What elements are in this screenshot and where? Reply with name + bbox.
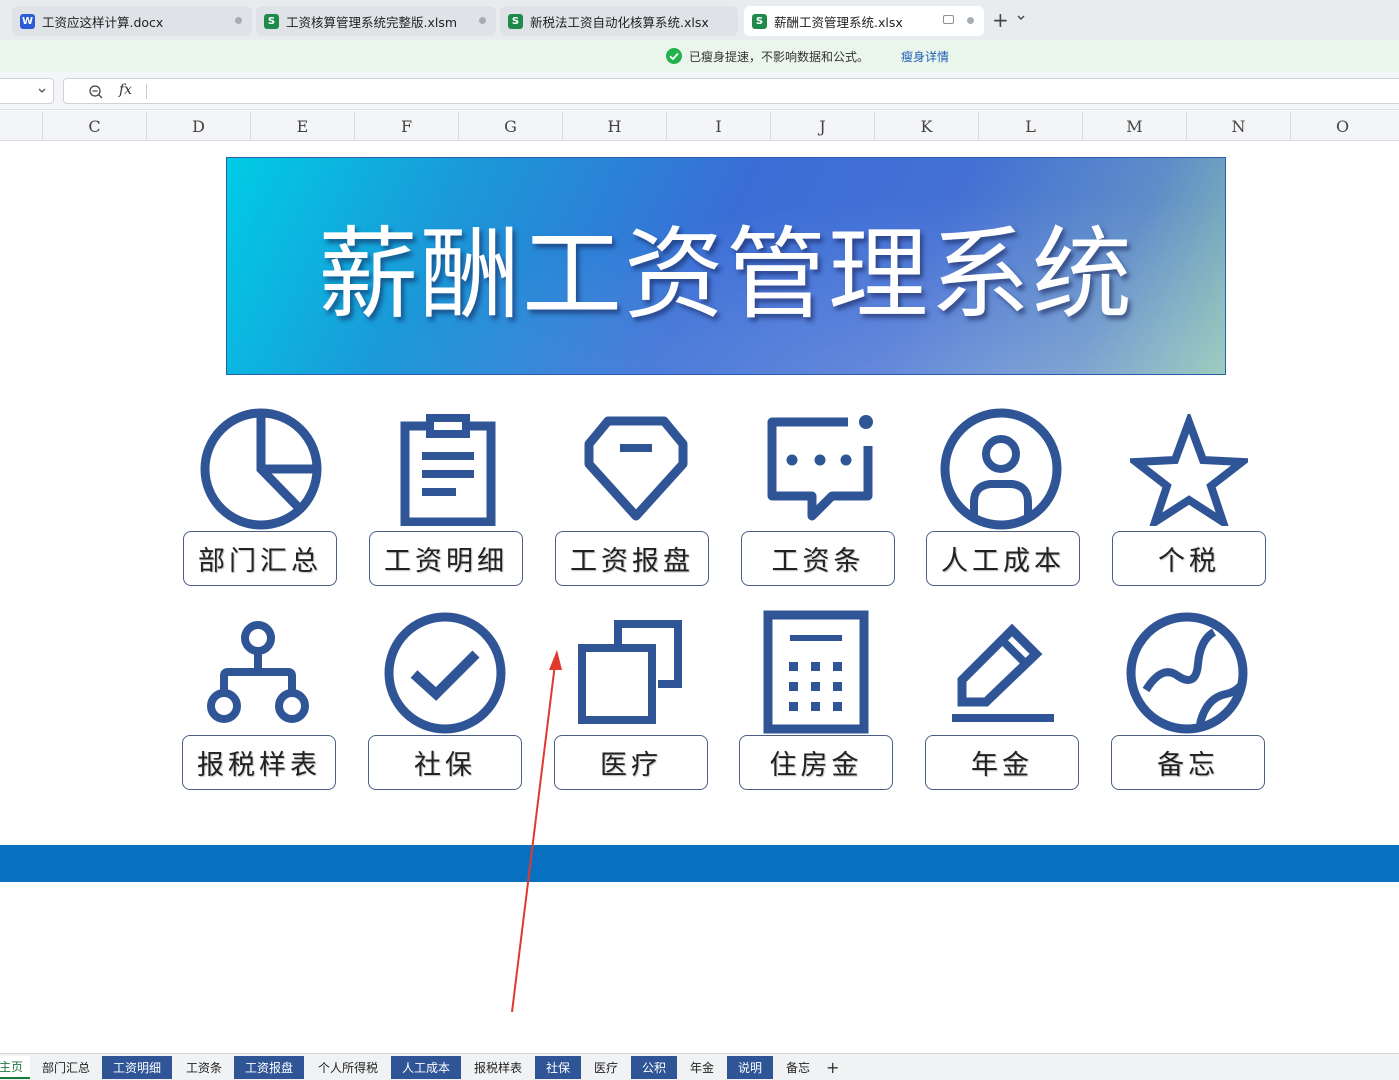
- user-icon[interactable]: [940, 408, 1062, 530]
- banner-title: 薪酬工资管理系统: [318, 216, 1134, 333]
- column-header[interactable]: E: [250, 111, 354, 141]
- sheet-tab-home[interactable]: 主页: [0, 1056, 30, 1079]
- sheet-tab[interactable]: 公积: [631, 1056, 677, 1079]
- sheet-tab[interactable]: 医疗: [583, 1056, 629, 1079]
- tax-sample-button[interactable]: 报税样表: [182, 735, 336, 790]
- word-file-icon: W: [20, 13, 35, 29]
- pencil-icon[interactable]: [948, 618, 1058, 726]
- calculator-icon[interactable]: [762, 610, 870, 734]
- fx-icon[interactable]: fx: [119, 82, 132, 98]
- dept-summary-button[interactable]: 部门汇总: [183, 531, 337, 586]
- sheet-tab[interactable]: 工资报盘: [234, 1056, 304, 1079]
- star-icon[interactable]: [1130, 414, 1248, 526]
- medical-button[interactable]: 医疗: [554, 735, 708, 790]
- labor-cost-button[interactable]: 人工成本: [926, 531, 1080, 586]
- org-chart-icon[interactable]: [204, 620, 312, 724]
- column-header[interactable]: C: [42, 111, 146, 141]
- add-sheet-button[interactable]: +: [826, 1058, 839, 1077]
- salary-payout-button[interactable]: 工资报盘: [555, 531, 709, 586]
- column-header-row: C D E F G H I J K L M N O: [0, 111, 1399, 141]
- column-header[interactable]: L: [978, 111, 1082, 141]
- doc-tab-2[interactable]: S 工资核算管理系统完整版.xlsm: [256, 6, 496, 36]
- formula-bar: fx: [0, 72, 1399, 110]
- memo-button[interactable]: 备忘: [1111, 735, 1265, 790]
- arrow-annotation-icon: [511, 650, 562, 1013]
- notification-bar: 已瘦身提速，不影响数据和公式。 瘦身详情: [0, 40, 1399, 72]
- close-dot-icon[interactable]: [967, 17, 974, 24]
- title-banner: 薪酬工资管理系统: [226, 157, 1226, 375]
- doc-tab-4-active[interactable]: S 薪酬工资管理系统.xlsx: [744, 6, 984, 36]
- name-box[interactable]: [0, 78, 54, 104]
- sheet-tab[interactable]: 工资明细: [102, 1056, 172, 1079]
- decorative-strip: [0, 845, 1399, 882]
- clipboard-icon[interactable]: [400, 414, 496, 526]
- payslip-button[interactable]: 工资条: [741, 531, 895, 586]
- sheet-file-icon: S: [752, 13, 767, 29]
- chevron-down-icon[interactable]: [1016, 13, 1026, 23]
- column-header[interactable]: N: [1186, 111, 1290, 141]
- doc-tab-label: 工资核算管理系统完整版.xlsm: [286, 14, 458, 30]
- doc-tab-label: 薪酬工资管理系统.xlsx: [774, 14, 903, 30]
- formula-input[interactable]: fx: [63, 78, 1399, 104]
- check-circle-icon[interactable]: [384, 612, 506, 734]
- housing-fund-button[interactable]: 住房金: [739, 735, 893, 790]
- sheet-tab[interactable]: 年金: [679, 1056, 725, 1079]
- pie-chart-icon[interactable]: [200, 408, 322, 530]
- shield-icon[interactable]: [584, 416, 688, 522]
- column-header[interactable]: J: [770, 111, 874, 141]
- doc-tab-1[interactable]: W 工资应这样计算.docx: [12, 6, 252, 36]
- zoom-out-icon[interactable]: [88, 84, 104, 100]
- sheet-tab[interactable]: 备忘: [775, 1056, 821, 1079]
- sheet-tab[interactable]: 人工成本: [391, 1056, 461, 1079]
- monitor-icon[interactable]: [943, 15, 954, 24]
- sheet-tab-bar: 主页 部门汇总 工资明细 工资条 工资报盘 个人所得税 人工成本 报税样表 社保…: [0, 1053, 1399, 1080]
- doc-tab-label: 工资应这样计算.docx: [42, 14, 164, 30]
- document-tab-bar: W 工资应这样计算.docx S 工资核算管理系统完整版.xlsm S 新税法工…: [0, 0, 1399, 40]
- column-header[interactable]: I: [666, 111, 770, 141]
- salary-detail-button[interactable]: 工资明细: [369, 531, 523, 586]
- column-header[interactable]: F: [354, 111, 458, 141]
- social-insurance-button[interactable]: 社保: [368, 735, 522, 790]
- column-header[interactable]: M: [1082, 111, 1186, 141]
- sheet-tab[interactable]: 部门汇总: [32, 1056, 100, 1079]
- annuity-button[interactable]: 年金: [925, 735, 1079, 790]
- sheet-tab[interactable]: 个人所得税: [306, 1056, 390, 1079]
- column-header[interactable]: D: [146, 111, 250, 141]
- sheet-file-icon: S: [508, 13, 523, 29]
- sheet-tab[interactable]: 报税样表: [463, 1056, 533, 1079]
- close-dot-icon[interactable]: [235, 17, 242, 24]
- sheet-file-icon: S: [264, 13, 279, 29]
- new-tab-button[interactable]: +: [992, 10, 1009, 30]
- divider: [146, 84, 147, 99]
- chat-bubble-icon[interactable]: [766, 412, 878, 524]
- doc-tab-3[interactable]: S 新税法工资自动化核算系统.xlsx: [500, 6, 738, 36]
- column-header[interactable]: G: [458, 111, 562, 141]
- sheet-tab[interactable]: 工资条: [176, 1056, 232, 1079]
- doc-tab-label: 新税法工资自动化核算系统.xlsx: [530, 14, 709, 30]
- column-header[interactable]: O: [1290, 111, 1394, 141]
- close-dot-icon[interactable]: [479, 17, 486, 24]
- sheet-tab[interactable]: 说明: [727, 1056, 773, 1079]
- sheet-tab[interactable]: 社保: [535, 1056, 581, 1079]
- notification-message: 已瘦身提速，不影响数据和公式。: [689, 50, 870, 64]
- check-circle-icon: [666, 48, 682, 64]
- globe-icon[interactable]: [1126, 612, 1248, 734]
- column-header[interactable]: H: [562, 111, 666, 141]
- column-header[interactable]: K: [874, 111, 978, 141]
- copy-icon[interactable]: [576, 618, 684, 726]
- chevron-down-icon[interactable]: [37, 86, 47, 96]
- slim-details-link[interactable]: 瘦身详情: [901, 48, 949, 65]
- income-tax-button[interactable]: 个税: [1112, 531, 1266, 586]
